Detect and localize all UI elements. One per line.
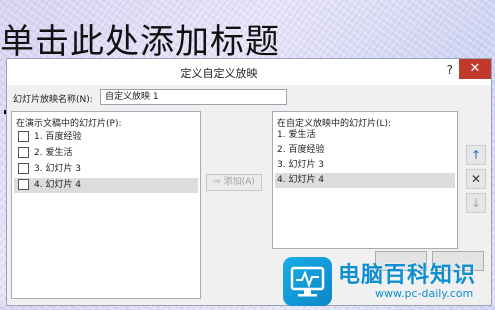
- list-item[interactable]: 4. 幻灯片 4: [275, 173, 455, 188]
- list-item-label: 2. 百度经验: [277, 145, 325, 155]
- help-button[interactable]: ?: [447, 63, 453, 77]
- list-item[interactable]: 2. 百度经验: [275, 143, 455, 158]
- presentation-slides-list[interactable]: 在演示文稿中的幻灯片(P): 1. 百度经验 2. 爱生活 3. 幻灯片 3 4…: [11, 111, 201, 299]
- list-item[interactable]: 3. 幻灯片 3: [275, 158, 455, 173]
- checkbox[interactable]: [18, 179, 29, 190]
- list-item-label: 3. 幻灯片 3: [34, 164, 82, 174]
- list-item[interactable]: 3. 幻灯片 3: [14, 162, 198, 177]
- list-item-label: 4. 幻灯片 4: [34, 180, 82, 190]
- custom-show-slides-list[interactable]: 在自定义放映中的幻灯片(L): 1. 爱生活 2. 百度经验 3. 幻灯片 3 …: [272, 111, 458, 249]
- list-item-label: 1. 百度经验: [34, 132, 82, 142]
- arrow-up-icon: ↑: [470, 148, 482, 162]
- close-button[interactable]: ✕: [459, 59, 491, 79]
- add-button-label: 添加(A): [223, 177, 255, 187]
- list-item[interactable]: 1. 爱生活: [275, 128, 455, 143]
- watermark: 电脑百科知识 www.pc-daily.com: [283, 257, 495, 306]
- add-arrow-icon: ⇨: [213, 177, 221, 187]
- watermark-text: 电脑百科知识: [338, 263, 477, 288]
- list-item[interactable]: 4. 幻灯片 4: [14, 178, 198, 193]
- add-button[interactable]: ⇨ 添加(A): [206, 174, 262, 191]
- list-item-label: 2. 爱生活: [34, 148, 73, 158]
- show-name-input[interactable]: 自定义放映 1: [100, 89, 287, 105]
- remove-icon: ✕: [470, 172, 482, 186]
- show-name-label: 幻灯片放映名称(N):: [13, 95, 93, 105]
- slide-title[interactable]: 单击此处添加标题: [0, 14, 280, 63]
- move-down-button[interactable]: ↓: [466, 193, 486, 213]
- list-item[interactable]: 1. 百度经验: [14, 130, 198, 145]
- move-up-button[interactable]: ↑: [466, 145, 486, 165]
- checkbox[interactable]: [18, 147, 29, 158]
- monitor-logo-icon: [283, 257, 332, 306]
- list-item-label: 4. 幻灯片 4: [277, 175, 325, 185]
- list-item[interactable]: 2. 爱生活: [14, 146, 198, 161]
- presentation-slides-header: 在演示文稿中的幻灯片(P):: [16, 119, 122, 129]
- list-item-label: 3. 幻灯片 3: [277, 160, 325, 170]
- close-icon: ✕: [469, 61, 481, 76]
- remove-button[interactable]: ✕: [466, 169, 486, 189]
- arrow-down-icon: ↓: [470, 196, 482, 210]
- dialog-titlebar: 定义自定义放映 ? ✕: [7, 59, 491, 85]
- dialog-title: 定义自定义放映: [180, 67, 258, 80]
- checkbox[interactable]: [18, 163, 29, 174]
- watermark-url: www.pc-daily.com: [375, 287, 474, 300]
- checkbox[interactable]: [18, 131, 29, 142]
- list-item-label: 1. 爱生活: [277, 130, 316, 140]
